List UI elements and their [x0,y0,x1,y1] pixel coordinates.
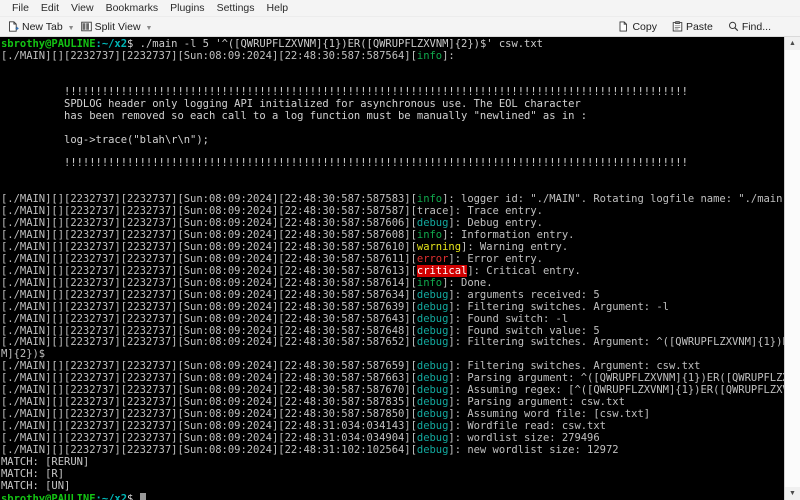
log-level-warning: warning [416,240,462,253]
log-level-debug: debug [416,336,449,349]
menu-help[interactable]: Help [261,1,295,16]
scroll-down-arrow-icon[interactable]: ▼ [785,487,800,500]
text-cursor [139,492,146,500]
menu-bookmarks[interactable]: Bookmarks [100,1,165,16]
split-view-button[interactable]: Split View ▼ [78,20,156,34]
log-level-debug: debug [416,300,449,313]
search-icon [728,21,739,32]
log-level-debug: debug [416,324,449,337]
prompt-user: sbrothy@PAULINE [1,38,96,50]
menu-view[interactable]: View [65,1,100,16]
prompt-path: :~/x2 [95,492,128,500]
log-line: [./MAIN][][2232737][2232737][Sun:08:09:2… [1,336,784,349]
split-view-chevron-down-icon[interactable]: ▼ [146,25,153,32]
scroll-up-arrow-icon[interactable]: ▲ [785,37,800,50]
new-tab-label: New Tab [22,20,63,33]
log-level-debug: debug [416,288,449,301]
match-line: MATCH: [RERUN] [1,455,90,468]
log-level-info: info [416,193,443,206]
log-level-debug: debug [416,443,449,456]
match-line: MATCH: [UN] [1,479,71,492]
log-level-info: info [416,229,443,241]
paste-label: Paste [685,20,713,33]
scrollbar-track[interactable] [785,50,800,487]
match-line: MATCH: [R] [1,467,65,480]
menu-bar: File Edit View Bookmarks Plugins Setting… [0,0,800,17]
active-prompt-line: sbrothy@PAULINE:~/x2$ [1,492,784,500]
menu-plugins[interactable]: Plugins [164,1,210,16]
command-text: ./main -l 5 '^([QWRUPFLZXVNM]{1})ER([QWR… [133,38,543,50]
menu-edit[interactable]: Edit [35,1,65,16]
log-level-debug: debug [416,408,449,421]
toolbar: New Tab ▼ Split View ▼ Copy Paste Find..… [0,17,800,37]
new-tab-button[interactable]: New Tab ▼ [5,20,78,34]
find-label: Find... [741,20,771,33]
log-level-error: error [416,252,449,265]
prompt-user: sbrothy@PAULINE [1,492,96,500]
split-view-icon [80,21,92,32]
terminal-scrollbar[interactable]: ▲ ▼ [784,37,800,500]
log-level-critical: critical [416,264,468,277]
log-level-debug: debug [416,431,449,444]
log-line: [./MAIN][][2232737][2232737][Sun:08:09:2… [1,443,619,456]
log-level-debug: debug [416,420,449,432]
log-level-debug: debug [416,384,449,397]
banner-code: log->trace("blah\r\n"); [1,133,209,146]
prompt-path: :~/x2 [95,38,128,50]
terminal-output[interactable]: sbrothy@PAULINE:~/x2$ ./main -l 5 '^([QW… [0,37,784,500]
paste-icon [672,21,683,32]
copy-label: Copy [632,20,657,33]
menu-file[interactable]: File [6,1,35,16]
banner-rule: !!!!!!!!!!!!!!!!!!!!!!!!!!!!!!!!!!!!!!!!… [1,157,688,170]
log-level-debug: debug [416,372,449,385]
log-level-debug: debug [416,396,449,409]
terminal-area: sbrothy@PAULINE:~/x2$ ./main -l 5 '^([QW… [0,37,800,500]
log-level-trace: trace [416,205,449,218]
paste-button[interactable]: Paste [669,20,716,34]
find-button[interactable]: Find... [725,20,774,34]
log-header-line: [./MAIN][][2232737][2232737][Sun:08:09:2… [1,49,455,62]
log-level-info: info [416,276,443,289]
banner-text: has been removed so each call to a log f… [1,109,588,122]
terminal-window: File Edit View Bookmarks Plugins Setting… [0,0,800,500]
toolbar-right-group: Copy Paste Find... [615,20,800,34]
new-tab-icon [8,21,19,32]
new-tab-chevron-down-icon[interactable]: ▼ [68,25,75,32]
log-level-debug: debug [416,217,449,230]
menu-settings[interactable]: Settings [211,1,261,16]
split-view-label: Split View [94,20,141,33]
log-level-info: info [416,49,443,62]
copy-button[interactable]: Copy [615,20,660,34]
log-level-debug: debug [416,360,449,373]
copy-icon [618,21,629,32]
log-level-debug: debug [416,312,449,325]
